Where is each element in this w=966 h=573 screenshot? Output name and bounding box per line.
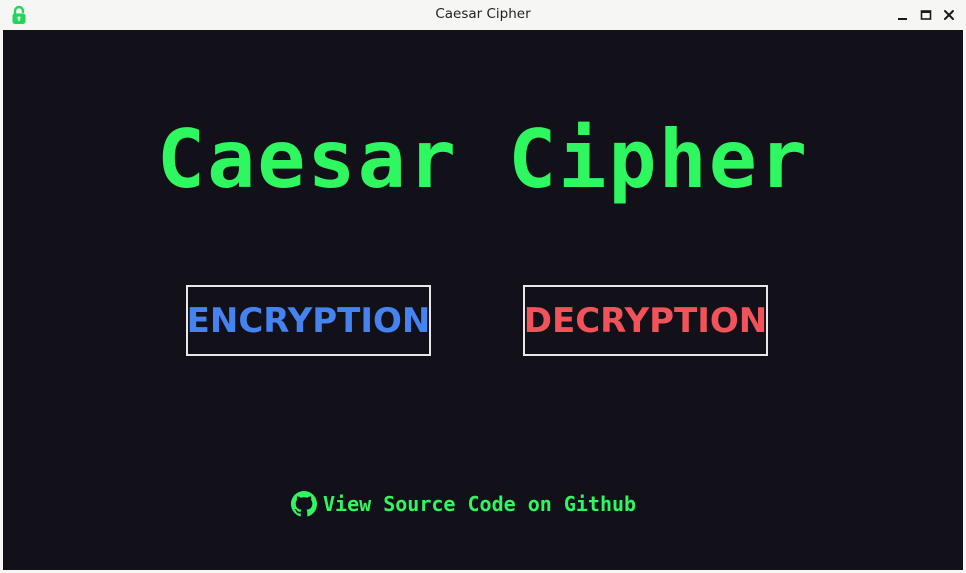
main-content: Caesar Cipher ENCRYPTION DECRYPTION View…	[3, 30, 963, 570]
window-title: Caesar Cipher	[435, 6, 531, 22]
close-button[interactable]	[940, 6, 958, 24]
window-controls	[894, 6, 958, 24]
maximize-icon	[920, 10, 932, 20]
close-icon	[944, 10, 954, 20]
page-title: Caesar Cipher	[156, 113, 810, 206]
github-link[interactable]: View Source Code on Github	[291, 491, 636, 517]
app-window: Caesar Cipher Caesar Cipher ENCRYPTION D…	[0, 0, 966, 573]
minimize-icon	[898, 18, 907, 20]
encryption-button[interactable]: ENCRYPTION	[186, 285, 431, 356]
maximize-button[interactable]	[917, 6, 935, 24]
minimize-button[interactable]	[894, 6, 912, 24]
github-link-label: View Source Code on Github	[323, 492, 637, 516]
decryption-button[interactable]: DECRYPTION	[523, 285, 768, 356]
title-bar[interactable]: Caesar Cipher	[0, 0, 966, 30]
github-icon	[291, 491, 317, 517]
